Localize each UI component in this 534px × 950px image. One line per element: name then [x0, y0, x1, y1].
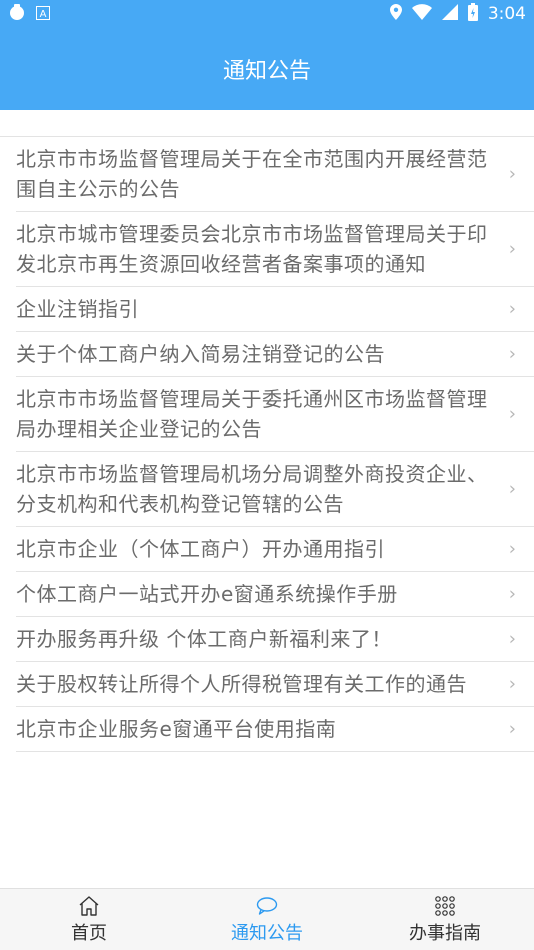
svg-text:A: A [40, 9, 47, 20]
notice-title: 北京市市场监督管理局机场分局调整外商投资企业、分支机构和代表机构登记管辖的公告 [16, 462, 488, 516]
location-icon [389, 4, 402, 24]
app-icon [8, 3, 26, 25]
notice-title: 北京市市场监督管理局关于委托通州区市场监督管理局办理相关企业登记的公告 [16, 387, 488, 441]
chevron-right-icon: › [508, 298, 516, 320]
tab-home[interactable]: 首页 [14, 895, 164, 945]
notice-item[interactable]: 关于股权转让所得个人所得税管理有关工作的通告 › [16, 662, 534, 707]
notice-item[interactable]: 北京市城市管理委员会北京市市场监督管理局关于印发北京市再生资源回收经营者备案事项… [16, 212, 534, 287]
chevron-right-icon: › [508, 343, 516, 365]
page-title: 通知公告 [222, 59, 311, 84]
notice-item[interactable]: 个体工商户一站式开办e窗通系统操作手册 › [16, 572, 534, 617]
grid-dots-icon [434, 895, 456, 919]
notice-title: 北京市城市管理委员会北京市市场监督管理局关于印发北京市再生资源回收经营者备案事项… [16, 222, 488, 276]
status-bar: A 3:04 [0, 0, 534, 28]
signal-icon [441, 4, 458, 24]
notice-list: 北京市市场监督管理局关于在全市范围内开展经营范围自主公示的公告 › 北京市城市管… [0, 137, 534, 752]
chevron-right-icon: › [508, 628, 516, 650]
chevron-right-icon: › [508, 238, 516, 260]
battery-icon [467, 3, 478, 25]
page-header: 通知公告 [0, 28, 534, 110]
chevron-right-icon: › [508, 478, 516, 500]
notice-item[interactable]: 北京市市场监督管理局关于委托通州区市场监督管理局办理相关企业登记的公告 › [16, 377, 534, 452]
bottom-tab-bar: 首页 通知公告 办事指南 [0, 888, 534, 950]
notice-title: 开办服务再升级 个体工商户新福利来了！ [16, 627, 392, 651]
notice-title: 企业注销指引 [16, 297, 139, 321]
notice-list-container[interactable]: 北京市市场监督管理局关于在全市范围内开展经营范围自主公示的公告 › 北京市城市管… [0, 110, 534, 888]
notice-title: 个体工商户一站式开办e窗通系统操作手册 [16, 582, 398, 606]
chevron-right-icon: › [508, 403, 516, 425]
chevron-right-icon: › [508, 583, 516, 605]
tab-home-label: 首页 [71, 922, 107, 944]
tab-guide-label: 办事指南 [409, 922, 481, 944]
home-icon [78, 895, 100, 919]
notice-title: 关于股权转让所得个人所得税管理有关工作的通告 [16, 672, 467, 696]
notice-item[interactable]: 关于个体工商户纳入简易注销登记的公告 › [16, 332, 534, 377]
notice-item[interactable]: 北京市市场监督管理局关于在全市范围内开展经营范围自主公示的公告 › [16, 137, 534, 212]
status-bar-left: A [8, 3, 50, 25]
notification-a-icon: A [36, 5, 50, 24]
notice-item[interactable]: 北京市市场监督管理局机场分局调整外商投资企业、分支机构和代表机构登记管辖的公告 … [16, 452, 534, 527]
notice-item[interactable]: 北京市企业（个体工商户）开办通用指引 › [16, 527, 534, 572]
notice-title: 北京市市场监督管理局关于在全市范围内开展经营范围自主公示的公告 [16, 147, 488, 201]
chevron-right-icon: › [508, 718, 516, 740]
notice-item[interactable]: 北京市企业服务e窗通平台使用指南 › [16, 707, 534, 752]
notice-title: 关于个体工商户纳入简易注销登记的公告 [16, 342, 385, 366]
notice-item[interactable]: 开办服务再升级 个体工商户新福利来了！ › [16, 617, 534, 662]
tab-notices-label: 通知公告 [231, 922, 303, 944]
status-time: 3:04 [487, 4, 526, 24]
status-bar-right: 3:04 [389, 3, 526, 25]
list-top-spacer [0, 110, 534, 137]
wifi-icon [411, 4, 432, 24]
chevron-right-icon: › [508, 673, 516, 695]
tab-notices[interactable]: 通知公告 [192, 895, 342, 945]
notice-item[interactable]: 企业注销指引 › [16, 287, 534, 332]
chevron-right-icon: › [508, 163, 516, 185]
notice-title: 北京市企业服务e窗通平台使用指南 [16, 717, 337, 741]
chevron-right-icon: › [508, 538, 516, 560]
tab-guide[interactable]: 办事指南 [370, 895, 520, 945]
chat-bubble-icon [256, 895, 278, 919]
notice-title: 北京市企业（个体工商户）开办通用指引 [16, 537, 385, 561]
